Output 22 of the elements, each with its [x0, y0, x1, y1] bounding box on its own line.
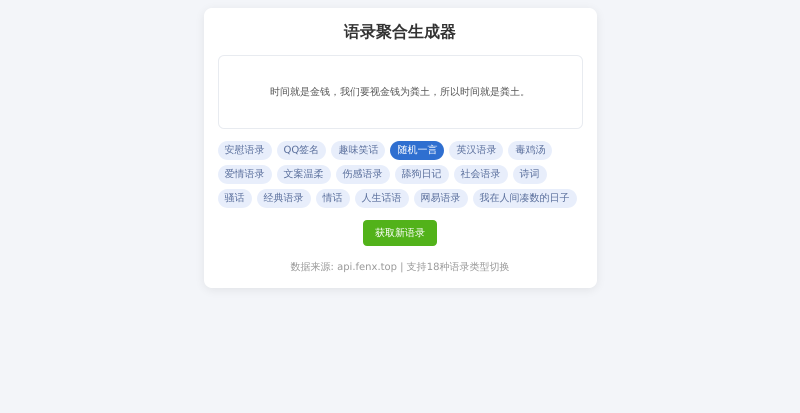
category-tag[interactable]: 随机一言	[390, 141, 444, 160]
new-quote-button[interactable]: 获取新语录	[363, 220, 437, 246]
category-tag[interactable]: 骚话	[218, 189, 252, 208]
quote-text: 时间就是金钱，我们要视金钱为粪土，所以时间就是粪土。	[270, 86, 530, 99]
category-tag[interactable]: 伤感语录	[336, 165, 390, 184]
category-tag[interactable]: 爱情语录	[218, 165, 272, 184]
category-tag[interactable]: 舔狗日记	[394, 165, 448, 184]
category-tag[interactable]: 情话	[316, 189, 350, 208]
category-tag[interactable]: 诗词	[512, 165, 546, 184]
source-note: 数据来源: api.fenx.top | 支持18种语录类型切换	[290, 260, 510, 274]
category-tag[interactable]: 文案温柔	[276, 165, 330, 184]
app-title: 语录聚合生成器	[342, 22, 457, 43]
category-tag[interactable]: 人生话语	[354, 189, 408, 208]
category-tag[interactable]: 社会语录	[454, 165, 508, 184]
category-tag[interactable]: 趣味笑话	[331, 141, 386, 160]
category-tag[interactable]: QQ签名	[276, 141, 326, 160]
category-tag[interactable]: 经典语录	[256, 189, 310, 208]
category-tag[interactable]: 我在人间凑数的日子	[472, 189, 576, 208]
category-tag[interactable]: 网易语录	[414, 189, 468, 208]
category-tag[interactable]: 英汉语录	[449, 141, 504, 160]
category-tag[interactable]: 毒鸡汤	[508, 141, 552, 160]
category-tag[interactable]: 安慰语录	[218, 141, 272, 160]
